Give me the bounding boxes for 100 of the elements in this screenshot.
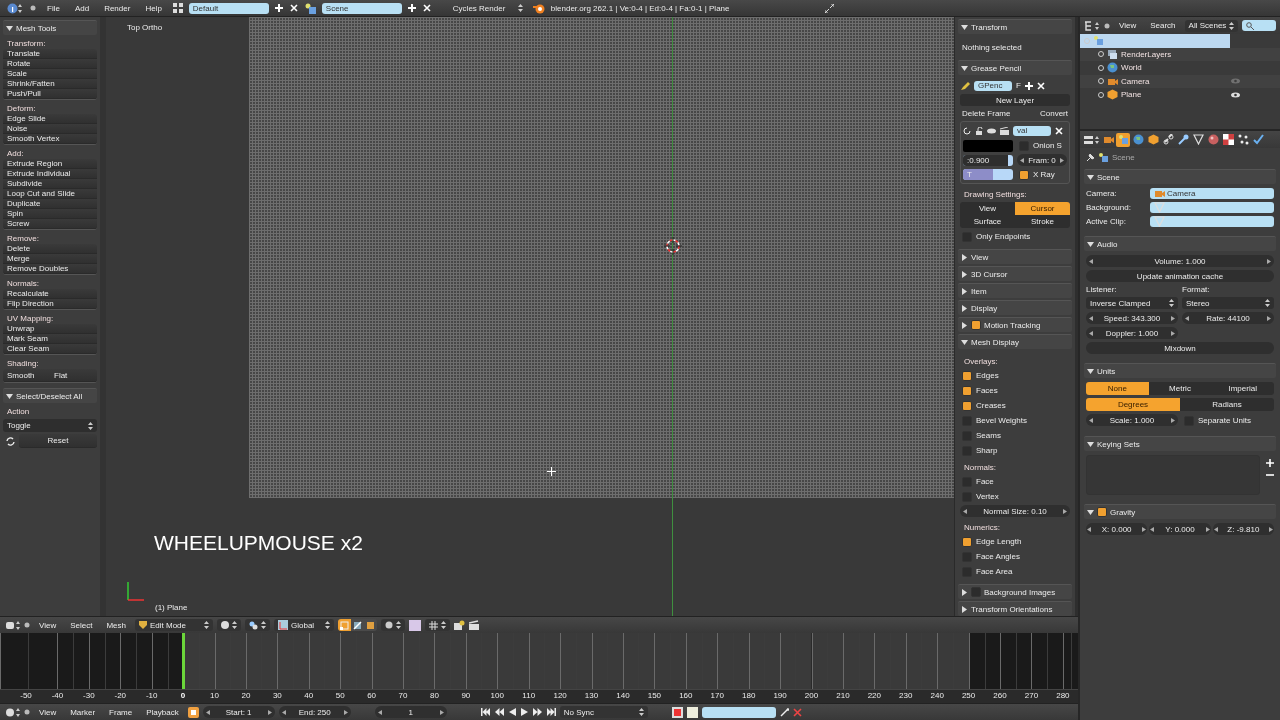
orientation-dropdown[interactable]: Global — [274, 619, 334, 631]
expand-arrow-icon[interactable] — [961, 253, 968, 261]
decrement-icon[interactable] — [1020, 157, 1024, 163]
checkbox[interactable] — [962, 536, 972, 547]
unlock-icon[interactable] — [975, 126, 983, 135]
option-button[interactable]: Stroke — [1015, 215, 1070, 228]
collapse-arrow-icon[interactable] — [1087, 440, 1094, 448]
properties-tab[interactable] — [1146, 132, 1160, 147]
pin-icon[interactable] — [24, 622, 30, 628]
decrement-icon[interactable] — [205, 709, 210, 715]
select-mode-button[interactable] — [364, 619, 377, 631]
render-engine-dropdown[interactable]: Cycles Render — [448, 2, 527, 14]
decrement-icon[interactable] — [1089, 417, 1093, 423]
action-button[interactable]: Convert — [1038, 108, 1070, 119]
panel-header[interactable]: Transform — [958, 19, 1072, 34]
menu-item[interactable]: Frame — [104, 707, 138, 717]
tool-button[interactable]: Spin — [3, 209, 97, 219]
menu-item[interactable]: File — [42, 3, 65, 13]
tool-button[interactable]: Duplicate — [3, 199, 97, 209]
mixdown-button[interactable]: Mixdown — [1086, 342, 1274, 354]
tool-button[interactable]: Rotate — [3, 59, 97, 69]
pin-icon[interactable] — [30, 5, 36, 11]
tool-button[interactable]: Smooth Vertex — [3, 134, 97, 144]
preview-range-icon[interactable] — [187, 706, 199, 718]
decrement-icon[interactable] — [963, 508, 967, 514]
tool-button[interactable]: Merge — [3, 254, 97, 264]
option-button[interactable]: View — [960, 202, 1015, 215]
pivot-dropdown[interactable] — [245, 619, 270, 631]
unit-system-button[interactable]: Metric — [1148, 382, 1212, 395]
properties-tab[interactable] — [1131, 132, 1145, 147]
increment-icon[interactable] — [343, 709, 348, 715]
checkbox[interactable] — [971, 320, 981, 330]
outliner-display-icon[interactable] — [1084, 20, 1100, 31]
number-field[interactable]: X: 0.000 — [1086, 523, 1148, 535]
object-field[interactable]: Camera — [1150, 188, 1274, 199]
object-field[interactable] — [1150, 216, 1274, 227]
menu-item[interactable]: Playback — [141, 707, 184, 717]
listener-dropdown[interactable]: Inverse Clamped — [1086, 297, 1178, 309]
clapper-icon[interactable] — [1000, 126, 1009, 135]
panel-header[interactable]: Motion Tracking — [958, 317, 1072, 332]
opacity-slider[interactable]: :0.900 — [963, 154, 1013, 166]
panel-header[interactable]: Display — [958, 300, 1072, 315]
panel-header[interactable]: Mesh Tools — [3, 20, 97, 35]
tool-button[interactable]: Remove Doubles — [3, 264, 97, 274]
increment-icon[interactable] — [1267, 258, 1271, 264]
properties-tab[interactable] — [1251, 132, 1265, 147]
unit-system-button[interactable]: Imperial — [1211, 382, 1274, 395]
menu-item[interactable]: Mesh — [101, 620, 131, 630]
properties-tab[interactable] — [1176, 132, 1190, 147]
option-button[interactable]: Cursor — [1015, 202, 1070, 215]
search-field[interactable] — [1242, 20, 1276, 31]
expand-arrow-icon[interactable] — [961, 287, 968, 295]
decrement-icon[interactable] — [1089, 258, 1093, 264]
tool-button[interactable]: Unwrap — [3, 324, 97, 334]
decrement-icon[interactable] — [1213, 526, 1218, 532]
panel-header[interactable]: Gravity — [1084, 504, 1276, 519]
increment-icon[interactable] — [267, 709, 272, 715]
decrement-icon[interactable] — [281, 709, 286, 715]
tool-button[interactable]: Scale — [3, 69, 97, 79]
number-field[interactable]: Fram: 0 — [1017, 154, 1067, 166]
option-button[interactable]: Surface — [960, 215, 1015, 228]
play-icon[interactable] — [520, 708, 528, 716]
playhead[interactable] — [181, 633, 185, 690]
collapse-arrow-icon[interactable] — [1087, 367, 1094, 375]
number-field[interactable]: Normal Size: 0.10 — [960, 505, 1070, 517]
increment-icon[interactable] — [1063, 508, 1067, 514]
increment-icon[interactable] — [1142, 526, 1147, 532]
properties-tab[interactable] — [1161, 132, 1175, 147]
properties-tab[interactable] — [1221, 132, 1235, 147]
eye-icon[interactable] — [1231, 91, 1240, 98]
action-button[interactable]: Delete Frame — [960, 108, 1013, 119]
increment-icon[interactable] — [1171, 417, 1175, 423]
select-mode-button[interactable] — [351, 619, 364, 631]
format-dropdown[interactable]: Stereo — [1182, 297, 1274, 309]
render-preview-icon[interactable] — [454, 620, 465, 630]
editor-type-icon[interactable] — [6, 620, 20, 630]
menu-item[interactable]: View — [34, 620, 62, 630]
jump-start-icon[interactable] — [480, 708, 490, 716]
record-icon[interactable] — [671, 706, 683, 718]
scene-field[interactable]: Scene — [321, 2, 402, 14]
expand-arrow-icon[interactable] — [961, 588, 968, 596]
panel-header[interactable]: Item — [958, 283, 1072, 298]
number-field[interactable]: 1 — [374, 706, 447, 718]
increment-icon[interactable] — [1205, 526, 1210, 532]
number-field[interactable]: Scale: 1.000 — [1086, 414, 1178, 426]
collapse-arrow-icon[interactable] — [961, 23, 968, 31]
layer-name-field[interactable]: GPenc — [974, 80, 1012, 91]
outliner-row[interactable]: Camera — [1080, 74, 1280, 88]
insert-keyframe-icon[interactable] — [779, 707, 789, 717]
panel-header[interactable]: Grease Pencil — [958, 60, 1072, 75]
close-icon[interactable] — [1055, 126, 1063, 135]
expand-arrow-icon[interactable] — [961, 321, 968, 329]
spinner-icon[interactable] — [963, 126, 971, 135]
panel-header[interactable]: Select/Deselect All — [3, 388, 97, 404]
pin-icon[interactable] — [1086, 153, 1095, 162]
tool-button[interactable]: Subdivide — [3, 179, 97, 189]
add-icon[interactable] — [274, 4, 283, 12]
panel-header[interactable]: Scene — [1084, 169, 1276, 184]
tool-button[interactable]: Push/Pull — [3, 89, 97, 99]
checkbox[interactable] — [971, 587, 981, 597]
